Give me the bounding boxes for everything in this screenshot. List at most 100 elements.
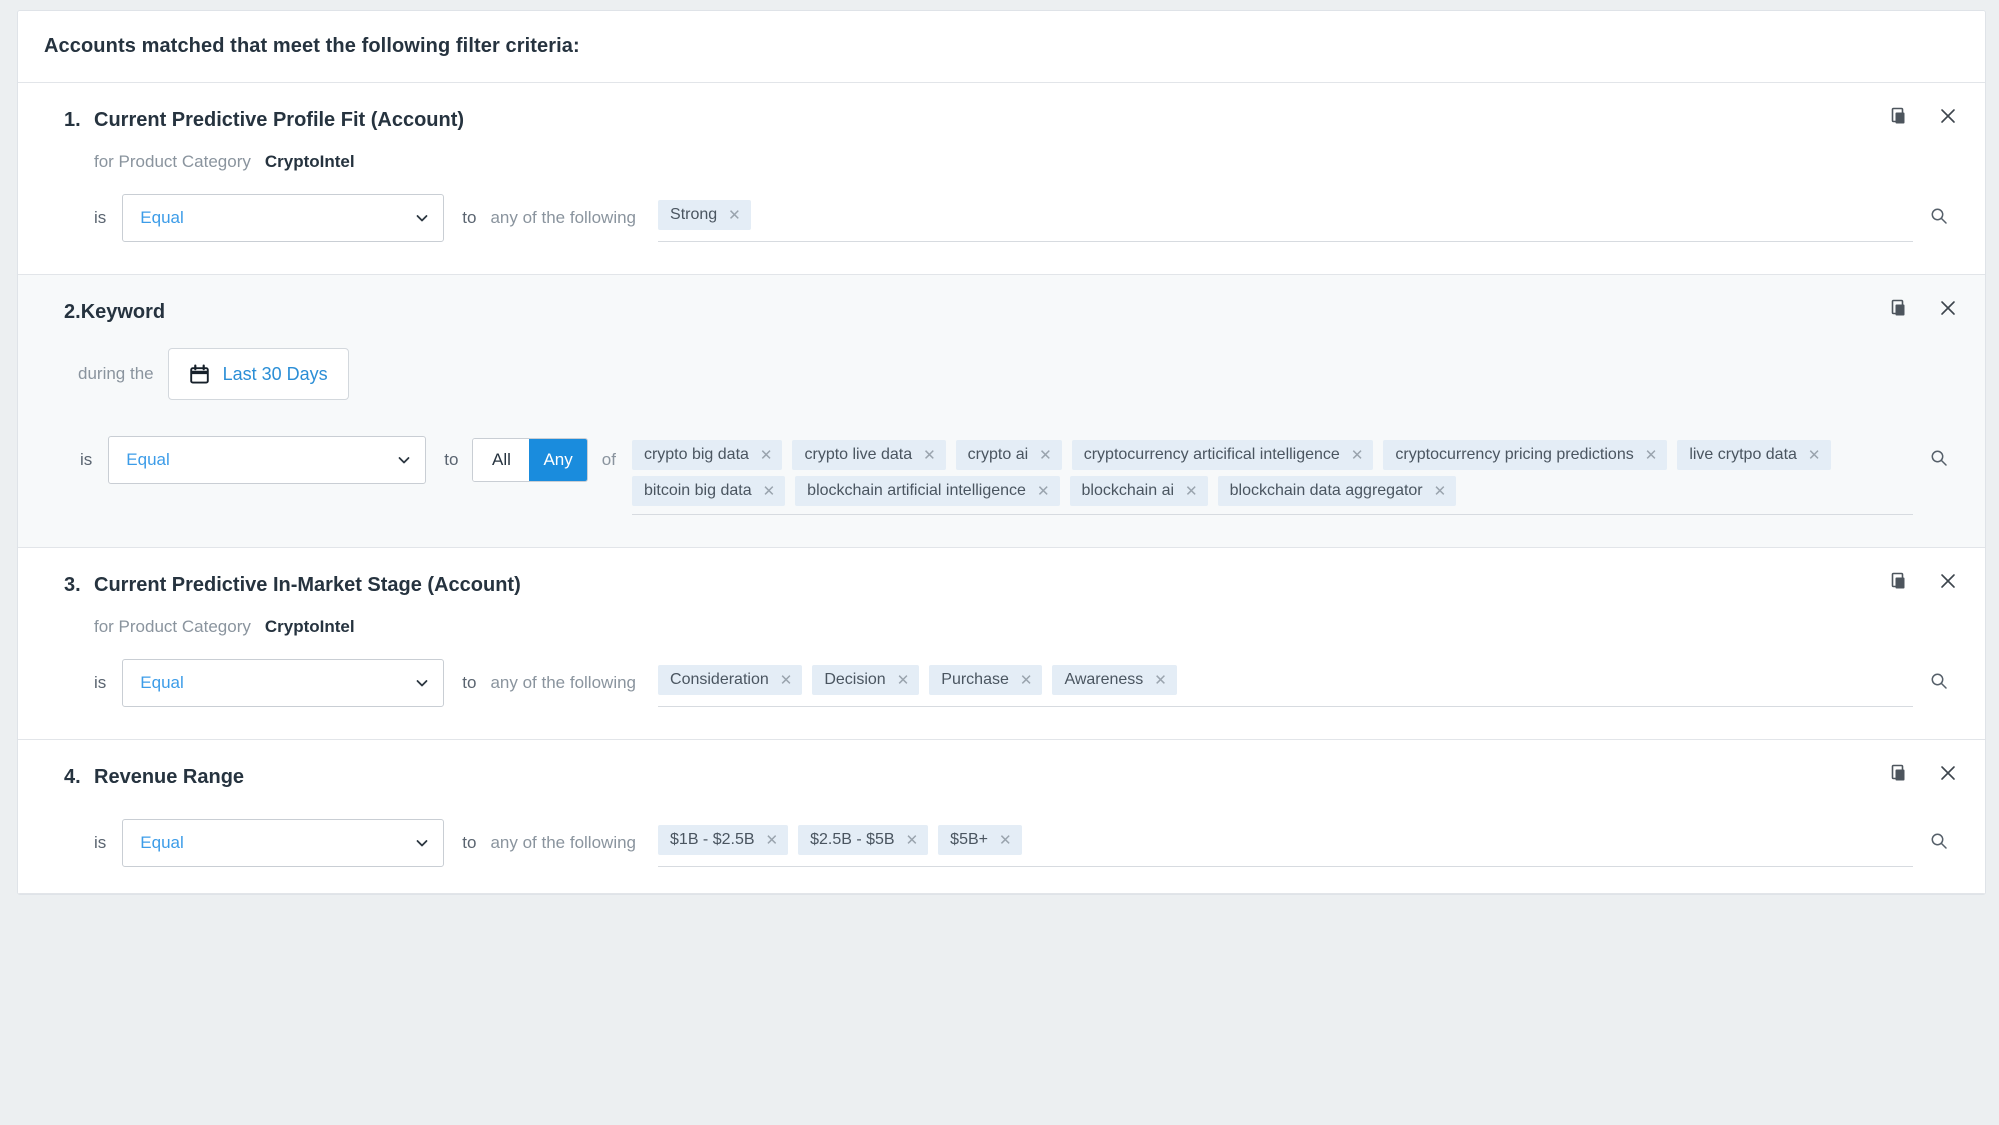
token-chip[interactable]: crypto big data ✕: [631, 440, 783, 470]
token-remove-icon[interactable]: ✕: [999, 833, 1012, 848]
filter-4-match-label: any of the following: [490, 833, 637, 852]
token-chip[interactable]: $2.5B - $5B ✕: [798, 825, 929, 855]
filter-1-product-category: for Product Category CryptoIntel: [44, 152, 1959, 172]
filter-4-operator-select[interactable]: Equal: [122, 819, 445, 867]
token-label: Awareness: [1064, 671, 1144, 688]
match-mode-any-button[interactable]: Any: [529, 439, 587, 481]
filter-3-number: 3.: [64, 574, 81, 596]
token-chip[interactable]: blockchain data aggregator ✕: [1217, 476, 1457, 506]
token-remove-icon[interactable]: ✕: [1434, 484, 1447, 499]
filter-3-heading: 3. Current Predictive In-Market Stage (A…: [44, 574, 1959, 597]
token-remove-icon[interactable]: ✕: [923, 448, 936, 463]
token-remove-icon[interactable]: ✕: [1037, 484, 1050, 499]
filter-3-search-button[interactable]: [1919, 659, 1959, 691]
token-label: $1B - $2.5B: [670, 831, 755, 848]
filter-2-token-input[interactable]: crypto big data ✕ crypto live data ✕ crypto …: [631, 436, 1913, 515]
date-range-button[interactable]: Last 30 Days: [167, 348, 349, 400]
token-label: cryptocurrency pricing predictions: [1395, 446, 1634, 463]
token-chip[interactable]: live crytpo data ✕: [1677, 440, 1831, 470]
filter-2-search-button[interactable]: [1919, 436, 1959, 468]
token-remove-icon[interactable]: ✕: [760, 448, 773, 463]
token-remove-icon[interactable]: ✕: [763, 484, 776, 499]
token-remove-icon[interactable]: ✕: [766, 833, 779, 848]
token-label: Purchase: [941, 671, 1009, 688]
token-label: cryptocurrency articifical intelligence: [1083, 446, 1340, 463]
filter-3-is-label: is: [94, 673, 107, 692]
copy-icon[interactable]: [1889, 570, 1911, 592]
token-chip[interactable]: Strong ✕: [658, 200, 751, 230]
filter-4-actions: [1889, 762, 1959, 784]
filter-1-title: Current Predictive Profile Fit (Account): [94, 109, 465, 131]
token-chip[interactable]: $1B - $2.5B ✕: [658, 825, 789, 855]
token-chip[interactable]: cryptocurrency articifical intelligence ✕: [1071, 440, 1374, 470]
filter-4-to-label: to: [462, 833, 477, 852]
token-chip[interactable]: crypto live data ✕: [792, 440, 946, 470]
chevron-down-icon: [415, 836, 429, 850]
token-remove-icon[interactable]: ✕: [728, 208, 741, 223]
close-icon[interactable]: [1937, 570, 1959, 592]
filter-3-actions: [1889, 570, 1959, 592]
token-label: $2.5B - $5B: [810, 831, 895, 848]
token-remove-icon[interactable]: ✕: [906, 833, 919, 848]
token-remove-icon[interactable]: ✕: [1154, 673, 1167, 688]
token-chip[interactable]: Consideration ✕: [658, 665, 803, 695]
filter-4-title: Revenue Range: [94, 766, 245, 788]
filter-3-operator-value: Equal: [140, 673, 184, 692]
token-chip[interactable]: bitcoin big data ✕: [631, 476, 786, 506]
filter-4-search-button[interactable]: [1919, 819, 1959, 851]
token-label: Decision: [824, 671, 886, 688]
filter-1-match-label: any of the following: [490, 208, 637, 227]
token-remove-icon[interactable]: ✕: [1039, 448, 1052, 463]
chevron-down-icon: [415, 211, 429, 225]
copy-icon[interactable]: [1889, 105, 1911, 127]
filter-2-is-label: is: [80, 450, 93, 469]
filter-3-operator-select[interactable]: Equal: [122, 659, 445, 707]
token-chip[interactable]: cryptocurrency pricing predictions ✕: [1383, 440, 1668, 470]
token-chip[interactable]: $5B+ ✕: [938, 825, 1022, 855]
match-mode-toggle[interactable]: All Any: [472, 438, 588, 482]
filter-3-condition-row: is Equal to any of the following Conside…: [44, 659, 1959, 707]
filter-3-product-category: for Product Category CryptoIntel: [44, 617, 1959, 637]
token-chip[interactable]: blockchain ai ✕: [1069, 476, 1208, 506]
token-remove-icon[interactable]: ✕: [1808, 448, 1821, 463]
token-chip[interactable]: crypto ai ✕: [955, 440, 1062, 470]
filter-4-heading: 4. Revenue Range: [44, 766, 1959, 789]
filter-1-search-button[interactable]: [1919, 194, 1959, 226]
token-chip[interactable]: blockchain artificial intelligence ✕: [795, 476, 1060, 506]
token-remove-icon[interactable]: ✕: [1351, 448, 1364, 463]
token-label: live crytpo data: [1689, 446, 1797, 463]
token-remove-icon[interactable]: ✕: [1020, 673, 1033, 688]
filter-block-1: 1. Current Predictive Profile Fit (Accou…: [18, 83, 1985, 275]
filter-block-3: 3. Current Predictive In-Market Stage (A…: [18, 548, 1985, 740]
copy-icon[interactable]: [1889, 297, 1911, 319]
filter-4-token-input[interactable]: $1B - $2.5B ✕ $2.5B - $5B ✕ $5B+ ✕: [658, 819, 1913, 867]
token-remove-icon[interactable]: ✕: [1185, 484, 1198, 499]
token-label: crypto live data: [804, 446, 913, 463]
filter-2-operator-select[interactable]: Equal: [108, 436, 427, 484]
filter-1-operator-select[interactable]: Equal: [122, 194, 445, 242]
token-label: Strong: [670, 206, 718, 223]
token-chip[interactable]: Purchase ✕: [929, 665, 1043, 695]
match-mode-all-button[interactable]: All: [473, 439, 530, 481]
filter-1-token-input[interactable]: Strong ✕: [658, 194, 1913, 242]
token-chip[interactable]: Decision ✕: [812, 665, 920, 695]
close-icon[interactable]: [1937, 105, 1959, 127]
token-remove-icon[interactable]: ✕: [897, 673, 910, 688]
token-chip[interactable]: Awareness ✕: [1052, 665, 1177, 695]
token-label: blockchain ai: [1081, 482, 1175, 499]
token-remove-icon[interactable]: ✕: [780, 673, 793, 688]
search-icon: [1931, 833, 1947, 849]
copy-icon[interactable]: [1889, 762, 1911, 784]
filter-block-2: 2. Keyword during the Last 30 Days is Eq…: [18, 275, 1985, 548]
date-range-value: Last 30 Days: [222, 363, 328, 384]
token-remove-icon[interactable]: ✕: [1645, 448, 1658, 463]
filter-1-number: 1.: [64, 109, 81, 131]
token-label: blockchain data aggregator: [1229, 482, 1423, 499]
calendar-icon: [189, 364, 210, 385]
close-icon[interactable]: [1937, 762, 1959, 784]
close-icon[interactable]: [1937, 297, 1959, 319]
token-label: $5B+: [950, 831, 988, 848]
filter-3-token-input[interactable]: Consideration ✕ Decision ✕ Purchase ✕ Awarenes…: [658, 659, 1913, 707]
filter-3-title: Current Predictive In-Market Stage (Acco…: [94, 574, 521, 596]
filter-1-is-label: is: [94, 208, 107, 227]
